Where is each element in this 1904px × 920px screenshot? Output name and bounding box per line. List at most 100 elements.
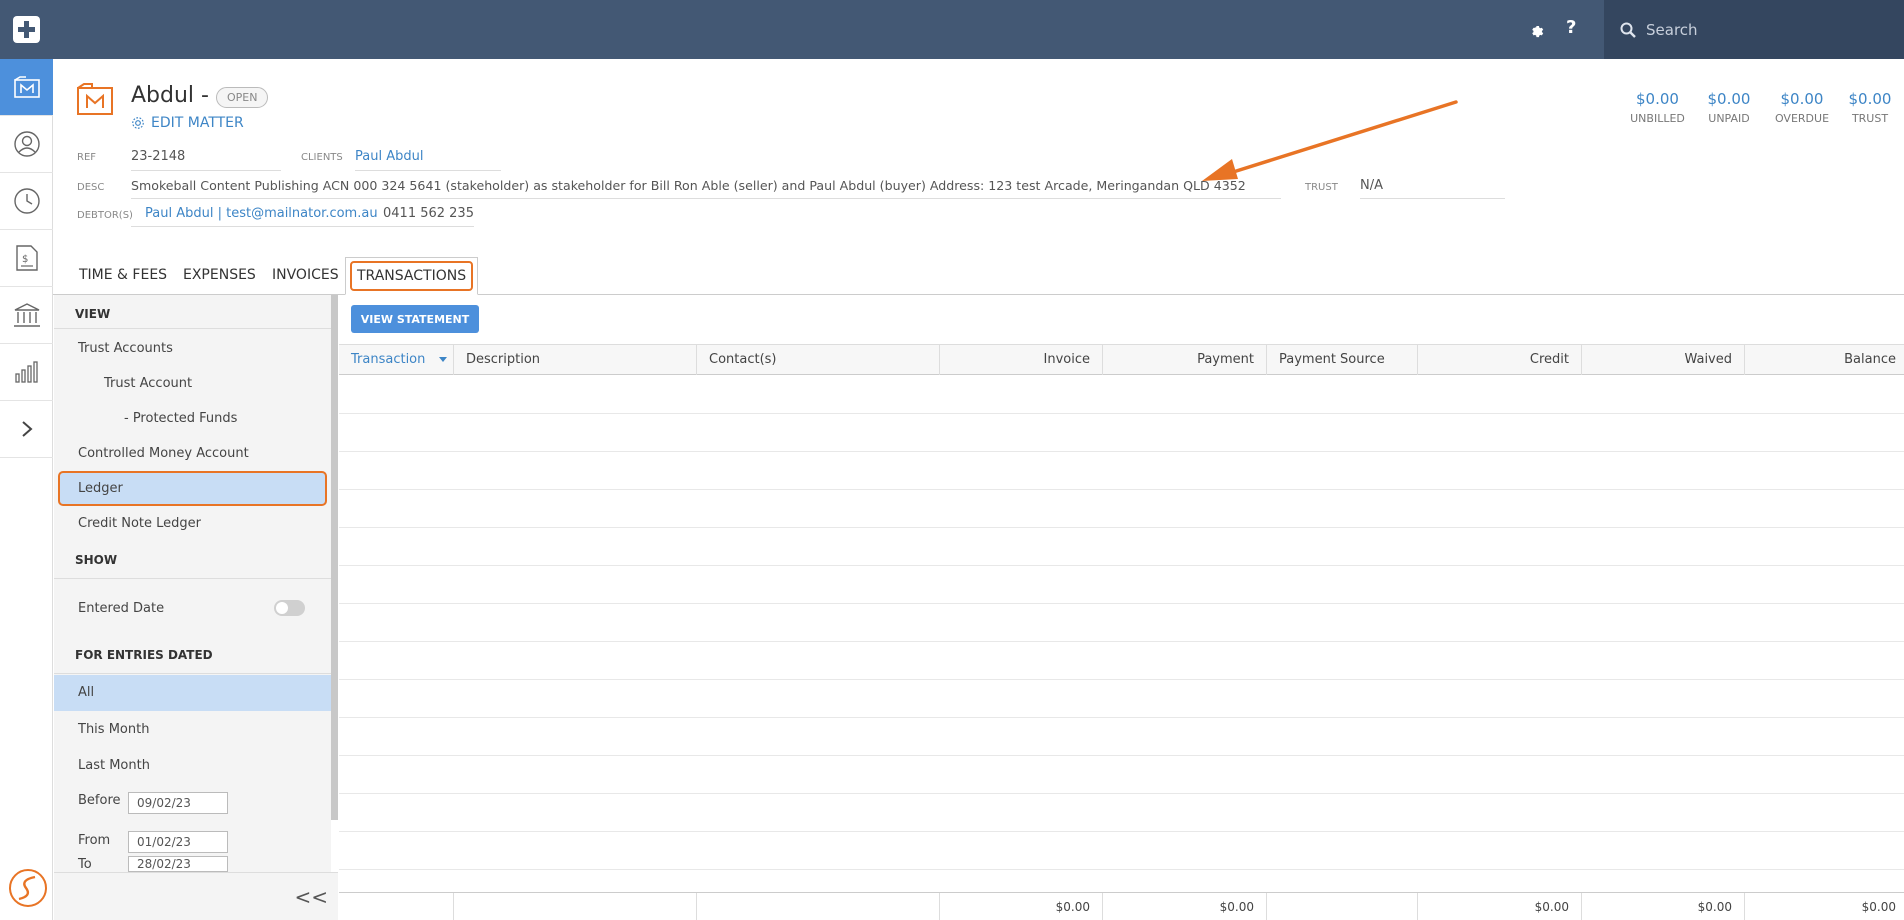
ref-value: 23-2148 [131, 149, 186, 164]
tab-invoices[interactable]: INVOICES [272, 267, 339, 283]
entered-date-toggle[interactable] [274, 600, 305, 616]
view-trust-accounts[interactable]: Trust Accounts [54, 331, 331, 366]
grid-row-separator [339, 679, 1904, 680]
tab-highlight [350, 261, 474, 291]
status-badge: OPEN [216, 87, 269, 108]
gear-icon [132, 117, 144, 129]
help-icon[interactable]: ? [1566, 17, 1576, 38]
transactions-grid: VIEW STATEMENT Transaction Description C… [339, 295, 1904, 920]
tab-transactions[interactable]: TRANSACTIONS [345, 257, 479, 295]
rail-contacts[interactable] [0, 116, 53, 173]
view-protected-funds[interactable]: - Protected Funds [54, 401, 331, 436]
grid-row-separator [339, 641, 1904, 642]
summary-label: UNPAID [1708, 112, 1750, 125]
desc-value: Smokeball Content Publishing ACN 000 324… [131, 178, 1246, 193]
before-label: Before [78, 793, 121, 808]
smokeball-logo[interactable] [8, 868, 48, 908]
grid-row-separator [339, 451, 1904, 452]
total-balance: $0.00 [1861, 900, 1896, 914]
col-description[interactable]: Description [454, 345, 697, 375]
col-credit[interactable]: Credit [1418, 345, 1582, 375]
debtor-link[interactable]: Paul Abdul | test@mailnator.com.au [145, 206, 378, 221]
total-invoice: $0.00 [940, 893, 1103, 920]
grid-row-separator [339, 831, 1904, 832]
rail-reports[interactable] [0, 344, 53, 401]
date-filter-this-month[interactable]: This Month [54, 712, 331, 747]
to-label: To [78, 857, 92, 872]
desc-label: DESC [77, 182, 105, 193]
view-credit-note-ledger[interactable]: Credit Note Ledger [54, 506, 331, 541]
col-label: Transaction [351, 352, 426, 367]
col-payment-source[interactable]: Payment Source [1267, 345, 1418, 375]
col-waived[interactable]: Waived [1582, 345, 1745, 375]
user-icon [13, 131, 40, 157]
date-filter-all[interactable]: All [54, 675, 331, 711]
total-transaction [339, 893, 454, 920]
summary-unpaid[interactable]: $0.00 UNPAID [1704, 90, 1754, 125]
date-filter-last-month[interactable]: Last Month [54, 748, 331, 783]
clock-icon [13, 188, 40, 214]
gear-icon[interactable] [1527, 21, 1545, 39]
total-credit: $0.00 [1418, 893, 1582, 920]
debtors-underline [131, 226, 474, 227]
rail-time[interactable] [0, 173, 53, 230]
summary-trust[interactable]: $0.00 TRUST [1845, 90, 1895, 125]
debtor-phone: 0411 562 235 [383, 206, 474, 221]
client-link[interactable]: Paul Abdul [355, 149, 423, 164]
view-statement-button[interactable]: VIEW STATEMENT [351, 305, 479, 333]
grid-row-separator [339, 413, 1904, 414]
view-trust-account[interactable]: Trust Account [54, 366, 331, 401]
rail-expand[interactable] [0, 401, 53, 458]
debtors-label: DEBTOR(S) [77, 210, 133, 221]
view-ledger[interactable]: Ledger [58, 471, 327, 506]
search-icon [1620, 22, 1636, 38]
matter-icon [13, 76, 40, 98]
grid-row-separator [339, 755, 1904, 756]
rail-matters[interactable] [0, 59, 53, 116]
view-controlled-money-account[interactable]: Controlled Money Account [54, 436, 331, 471]
grid-row-separator [339, 527, 1904, 528]
summary-amount: $0.00 [1780, 90, 1824, 108]
total-contacts [697, 893, 940, 920]
divider [54, 578, 331, 579]
col-balance[interactable]: Balance [1745, 345, 1904, 375]
grid-row-separator [339, 717, 1904, 718]
col-payment[interactable]: Payment [1103, 345, 1267, 375]
to-date-input[interactable] [128, 856, 228, 872]
show-heading: SHOW [75, 553, 118, 567]
invoice-icon: $ [15, 245, 38, 271]
col-transaction[interactable]: Transaction [339, 345, 454, 375]
total-description [454, 893, 697, 920]
grid-row-separator [339, 489, 1904, 490]
trust-underline [1360, 198, 1505, 199]
tab-time-fees[interactable]: TIME & FEES [79, 267, 167, 283]
panel-scrollbar[interactable] [331, 295, 338, 820]
search-input[interactable] [1646, 15, 1886, 45]
matter-icon [77, 83, 113, 115]
edit-matter-link[interactable]: EDIT MATTER [131, 115, 244, 131]
rail-billing[interactable]: $ [0, 230, 53, 287]
add-icon[interactable] [13, 16, 40, 43]
summary-amount: $0.00 [1707, 90, 1751, 108]
summary-unbilled[interactable]: $0.00 UNBILLED [1630, 90, 1685, 125]
collapse-panel-button[interactable]: << [294, 885, 328, 909]
sort-caret-icon [439, 357, 447, 362]
summary-overdue[interactable]: $0.00 OVERDUE [1772, 90, 1832, 125]
ref-label: REF [77, 152, 97, 163]
edit-matter-label: EDIT MATTER [151, 115, 244, 131]
clients-label: CLIENTS [301, 152, 343, 163]
summary-label: UNBILLED [1630, 112, 1685, 125]
grid-row-separator [339, 603, 1904, 604]
from-date-input[interactable] [128, 831, 228, 853]
tab-expenses[interactable]: EXPENSES [183, 267, 256, 283]
grid-row-separator [339, 869, 1904, 870]
ref-underline [131, 170, 281, 171]
matter-title: Abdul - [131, 83, 209, 108]
col-invoice[interactable]: Invoice [940, 345, 1103, 375]
col-contacts[interactable]: Contact(s) [697, 345, 940, 375]
rail-bank[interactable] [0, 287, 53, 344]
before-date-input[interactable] [128, 792, 228, 814]
bank-icon [13, 303, 40, 327]
search-box[interactable] [1604, 0, 1904, 59]
grid-row-separator [339, 793, 1904, 794]
